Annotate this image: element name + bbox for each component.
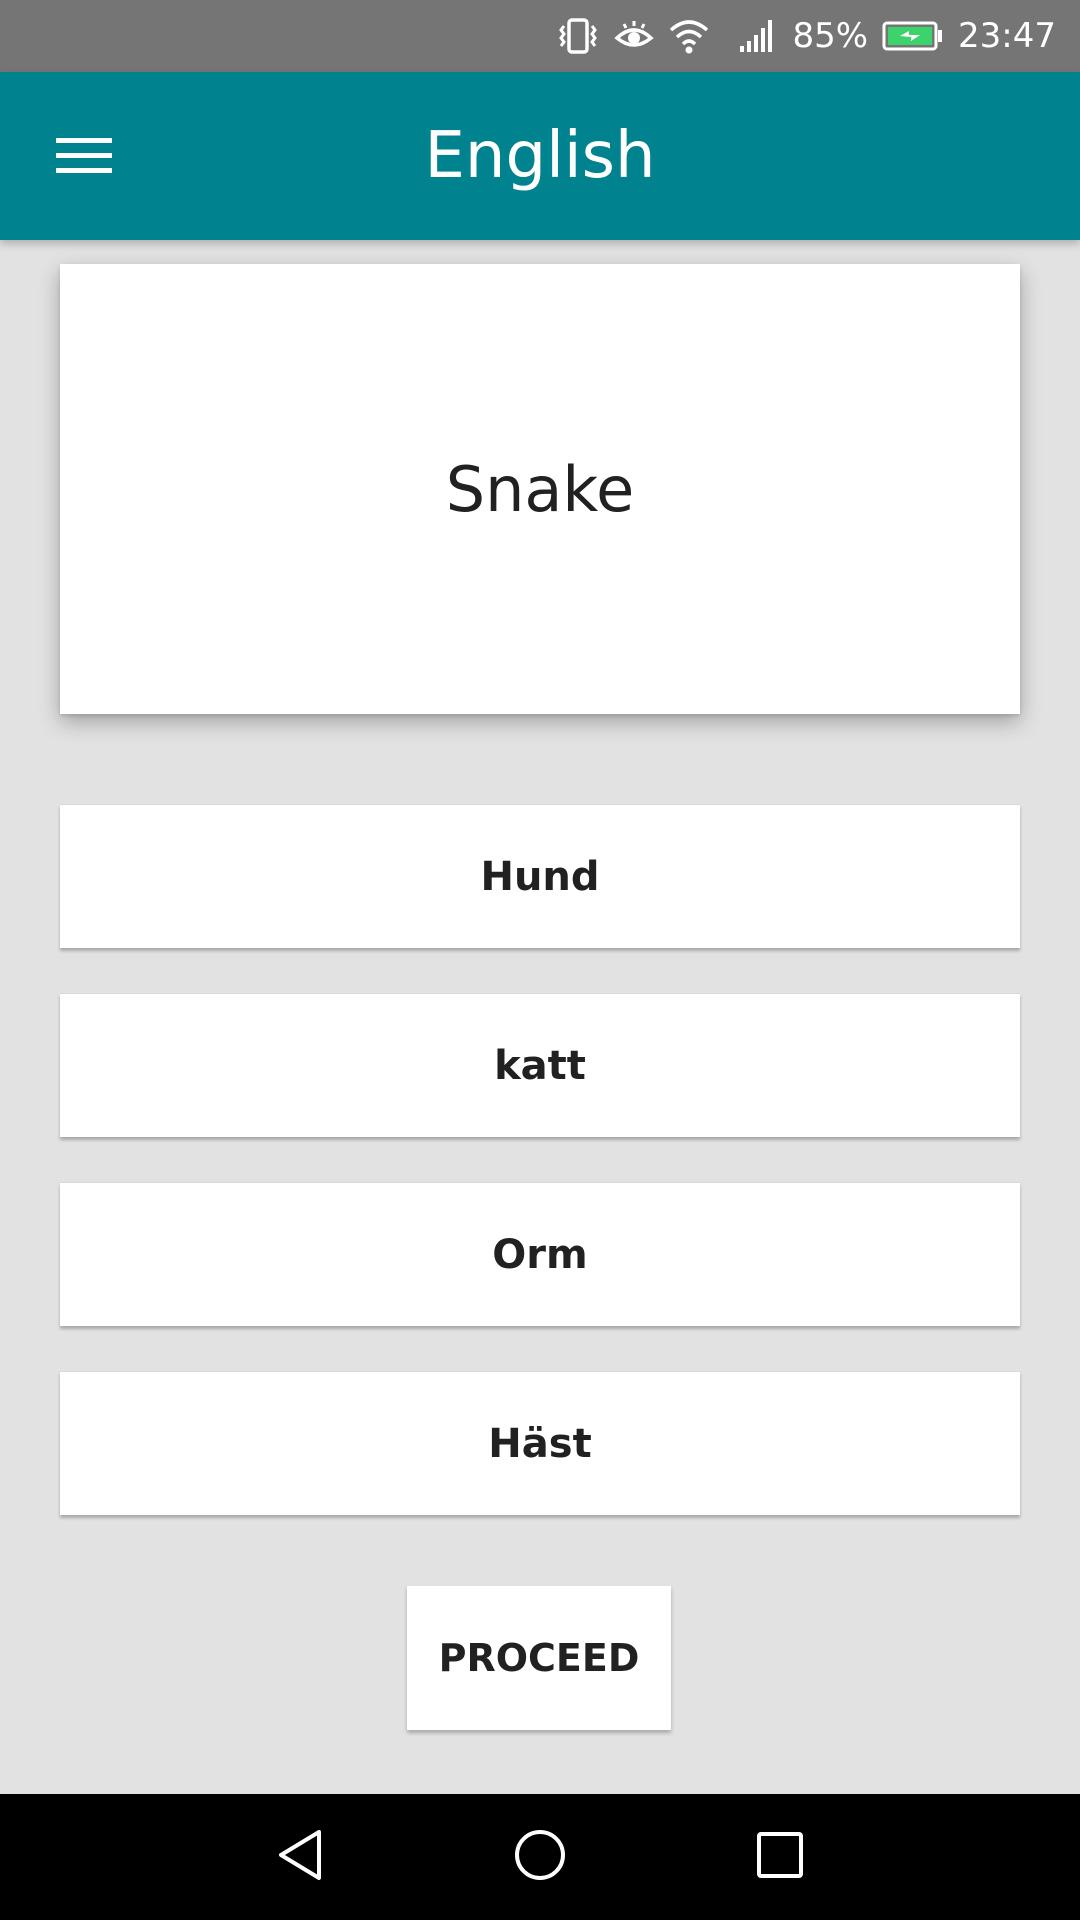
answer-option-1[interactable]: Hund <box>60 804 1020 948</box>
battery-percent: 85% <box>792 16 869 56</box>
app-bar: English <box>0 72 1080 240</box>
eye-comfort-icon <box>614 16 655 56</box>
question-word: Snake <box>445 452 635 526</box>
status-bar: 85% 23:47 <box>0 0 1080 72</box>
word-card: Snake <box>60 264 1020 714</box>
proceed-button[interactable]: PROCEED <box>407 1586 671 1730</box>
answer-option-2[interactable]: katt <box>60 993 1020 1137</box>
page-title: English <box>424 119 656 193</box>
screen: 85% 23:47 English Snake Hund katt Orm Hä… <box>0 0 1080 1920</box>
back-button[interactable] <box>240 1812 360 1902</box>
clock: 23:47 <box>958 16 1056 56</box>
recents-icon <box>755 1830 805 1885</box>
vibrate-icon <box>556 16 600 56</box>
status-icons: 85% 23:47 <box>556 0 1056 72</box>
proceed-label: PROCEED <box>438 1636 640 1680</box>
answer-option-label: Häst <box>488 1420 592 1467</box>
signal-icon <box>738 16 778 56</box>
home-button[interactable] <box>480 1812 600 1902</box>
answer-option-label: katt <box>494 1042 586 1089</box>
answer-option-label: Orm <box>492 1231 588 1278</box>
wifi-icon <box>668 16 710 56</box>
recents-button[interactable] <box>720 1812 840 1902</box>
navigation-bar <box>0 1794 1080 1920</box>
battery-charging-icon <box>882 20 944 52</box>
answer-option-label: Hund <box>480 853 600 900</box>
answer-option-3[interactable]: Orm <box>60 1182 1020 1326</box>
home-icon <box>513 1828 567 1887</box>
back-icon <box>275 1828 325 1887</box>
answer-option-4[interactable]: Häst <box>60 1371 1020 1515</box>
